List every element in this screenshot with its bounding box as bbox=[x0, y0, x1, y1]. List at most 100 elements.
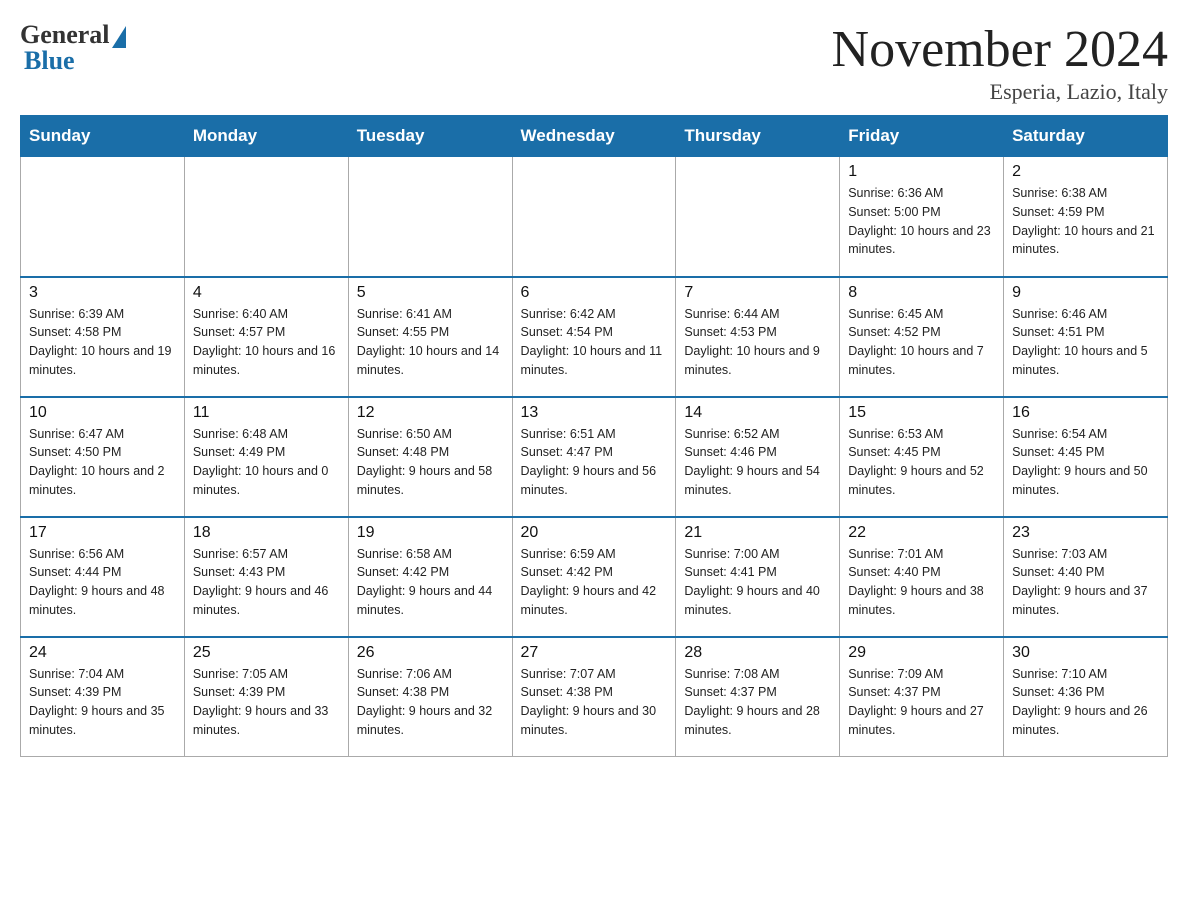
calendar-cell: 26 Sunrise: 7:06 AM Sunset: 4:38 PM Dayli… bbox=[348, 637, 512, 757]
calendar-cell: 30 Sunrise: 7:10 AM Sunset: 4:36 PM Dayli… bbox=[1004, 637, 1168, 757]
calendar-cell: 22 Sunrise: 7:01 AM Sunset: 4:40 PM Dayli… bbox=[840, 517, 1004, 637]
weekday-header-wednesday: Wednesday bbox=[512, 116, 676, 157]
day-info: Sunrise: 6:56 AM Sunset: 4:44 PM Dayligh… bbox=[29, 547, 165, 617]
calendar-cell: 15 Sunrise: 6:53 AM Sunset: 4:45 PM Dayli… bbox=[840, 397, 1004, 517]
day-info: Sunrise: 7:07 AM Sunset: 4:38 PM Dayligh… bbox=[521, 667, 657, 737]
day-number: 20 bbox=[521, 524, 668, 542]
calendar-week-row: 10 Sunrise: 6:47 AM Sunset: 4:50 PM Dayli… bbox=[21, 397, 1168, 517]
weekday-header-row: SundayMondayTuesdayWednesdayThursdayFrid… bbox=[21, 116, 1168, 157]
day-number: 25 bbox=[193, 644, 340, 662]
day-info: Sunrise: 6:39 AM Sunset: 4:58 PM Dayligh… bbox=[29, 307, 171, 377]
day-info: Sunrise: 7:03 AM Sunset: 4:40 PM Dayligh… bbox=[1012, 547, 1148, 617]
calendar-cell: 7Sunrise: 6:44 AM Sunset: 4:53 PM Daylig… bbox=[676, 277, 840, 397]
page-subtitle: Esperia, Lazio, Italy bbox=[832, 79, 1168, 105]
calendar-cell: 2Sunrise: 6:38 AM Sunset: 4:59 PM Daylig… bbox=[1004, 157, 1168, 277]
calendar-table: SundayMondayTuesdayWednesdayThursdayFrid… bbox=[20, 115, 1168, 757]
calendar-cell: 14 Sunrise: 6:52 AM Sunset: 4:46 PM Dayli… bbox=[676, 397, 840, 517]
day-info: Sunrise: 6:57 AM Sunset: 4:43 PM Dayligh… bbox=[193, 547, 329, 617]
day-info: Sunrise: 6:54 AM Sunset: 4:45 PM Dayligh… bbox=[1012, 427, 1148, 497]
day-info: Sunrise: 6:42 AM Sunset: 4:54 PM Dayligh… bbox=[521, 307, 663, 377]
day-info: Sunrise: 6:47 AM Sunset: 4:50 PM Dayligh… bbox=[29, 427, 165, 497]
day-number: 15 bbox=[848, 404, 995, 422]
day-number: 26 bbox=[357, 644, 504, 662]
calendar-cell: 6 Sunrise: 6:42 AM Sunset: 4:54 PM Daylig… bbox=[512, 277, 676, 397]
calendar-cell bbox=[348, 157, 512, 277]
calendar-cell: 25 Sunrise: 7:05 AM Sunset: 4:39 PM Dayli… bbox=[184, 637, 348, 757]
calendar-week-row: 24 Sunrise: 7:04 AM Sunset: 4:39 PM Dayli… bbox=[21, 637, 1168, 757]
calendar-week-row: 3 Sunrise: 6:39 AM Sunset: 4:58 PM Daylig… bbox=[21, 277, 1168, 397]
day-info: Sunrise: 7:00 AM Sunset: 4:41 PM Dayligh… bbox=[684, 547, 820, 617]
day-info: Sunrise: 6:40 AM Sunset: 4:57 PM Dayligh… bbox=[193, 307, 335, 377]
day-number: 3 bbox=[29, 284, 176, 302]
day-info: Sunrise: 6:51 AM Sunset: 4:47 PM Dayligh… bbox=[521, 427, 657, 497]
calendar-cell: 17Sunrise: 6:56 AM Sunset: 4:44 PM Dayli… bbox=[21, 517, 185, 637]
calendar-cell: 27 Sunrise: 7:07 AM Sunset: 4:38 PM Dayli… bbox=[512, 637, 676, 757]
day-info: Sunrise: 7:04 AM Sunset: 4:39 PM Dayligh… bbox=[29, 667, 165, 737]
calendar-week-row: 1 Sunrise: 6:36 AM Sunset: 5:00 PM Daylig… bbox=[21, 157, 1168, 277]
day-number: 9 bbox=[1012, 284, 1159, 302]
weekday-header-saturday: Saturday bbox=[1004, 116, 1168, 157]
logo: General Blue bbox=[20, 20, 126, 76]
day-number: 18 bbox=[193, 524, 340, 542]
day-number: 29 bbox=[848, 644, 995, 662]
day-info: Sunrise: 6:46 AM Sunset: 4:51 PM Dayligh… bbox=[1012, 307, 1148, 377]
calendar-cell: 10 Sunrise: 6:47 AM Sunset: 4:50 PM Dayli… bbox=[21, 397, 185, 517]
logo-triangle-icon bbox=[112, 26, 126, 48]
day-info: Sunrise: 7:06 AM Sunset: 4:38 PM Dayligh… bbox=[357, 667, 493, 737]
calendar-cell: 1 Sunrise: 6:36 AM Sunset: 5:00 PM Daylig… bbox=[840, 157, 1004, 277]
day-info: Sunrise: 6:36 AM Sunset: 5:00 PM Dayligh… bbox=[848, 186, 990, 256]
day-info: Sunrise: 7:05 AM Sunset: 4:39 PM Dayligh… bbox=[193, 667, 329, 737]
day-number: 27 bbox=[521, 644, 668, 662]
day-number: 19 bbox=[357, 524, 504, 542]
calendar-cell: 9 Sunrise: 6:46 AM Sunset: 4:51 PM Daylig… bbox=[1004, 277, 1168, 397]
calendar-cell: 12 Sunrise: 6:50 AM Sunset: 4:48 PM Dayli… bbox=[348, 397, 512, 517]
calendar-cell: 8 Sunrise: 6:45 AM Sunset: 4:52 PM Daylig… bbox=[840, 277, 1004, 397]
day-number: 10 bbox=[29, 404, 176, 422]
day-info: Sunrise: 6:53 AM Sunset: 4:45 PM Dayligh… bbox=[848, 427, 984, 497]
day-info: Sunrise: 6:59 AM Sunset: 4:42 PM Dayligh… bbox=[521, 547, 657, 617]
calendar-cell: 23 Sunrise: 7:03 AM Sunset: 4:40 PM Dayli… bbox=[1004, 517, 1168, 637]
day-info: Sunrise: 7:08 AM Sunset: 4:37 PM Dayligh… bbox=[684, 667, 820, 737]
day-number: 11 bbox=[193, 404, 340, 422]
calendar-cell: 29 Sunrise: 7:09 AM Sunset: 4:37 PM Dayli… bbox=[840, 637, 1004, 757]
day-info: Sunrise: 6:52 AM Sunset: 4:46 PM Dayligh… bbox=[684, 427, 820, 497]
calendar-cell bbox=[512, 157, 676, 277]
day-number: 22 bbox=[848, 524, 995, 542]
calendar-cell: 24 Sunrise: 7:04 AM Sunset: 4:39 PM Dayli… bbox=[21, 637, 185, 757]
calendar-cell bbox=[184, 157, 348, 277]
weekday-header-thursday: Thursday bbox=[676, 116, 840, 157]
calendar-cell bbox=[676, 157, 840, 277]
day-number: 21 bbox=[684, 524, 831, 542]
calendar-week-row: 17Sunrise: 6:56 AM Sunset: 4:44 PM Dayli… bbox=[21, 517, 1168, 637]
day-info: Sunrise: 6:45 AM Sunset: 4:52 PM Dayligh… bbox=[848, 307, 984, 377]
calendar-cell: 19 Sunrise: 6:58 AM Sunset: 4:42 PM Dayli… bbox=[348, 517, 512, 637]
day-info: Sunrise: 7:09 AM Sunset: 4:37 PM Dayligh… bbox=[848, 667, 984, 737]
day-number: 16 bbox=[1012, 404, 1159, 422]
day-number: 1 bbox=[848, 163, 995, 181]
day-info: Sunrise: 6:58 AM Sunset: 4:42 PM Dayligh… bbox=[357, 547, 493, 617]
day-info: Sunrise: 7:10 AM Sunset: 4:36 PM Dayligh… bbox=[1012, 667, 1148, 737]
day-number: 8 bbox=[848, 284, 995, 302]
day-info: Sunrise: 6:50 AM Sunset: 4:48 PM Dayligh… bbox=[357, 427, 493, 497]
day-number: 7 bbox=[684, 284, 831, 302]
weekday-header-tuesday: Tuesday bbox=[348, 116, 512, 157]
logo-blue-text: Blue bbox=[20, 46, 75, 76]
calendar-cell: 5Sunrise: 6:41 AM Sunset: 4:55 PM Daylig… bbox=[348, 277, 512, 397]
calendar-cell: 13Sunrise: 6:51 AM Sunset: 4:47 PM Dayli… bbox=[512, 397, 676, 517]
weekday-header-sunday: Sunday bbox=[21, 116, 185, 157]
day-info: Sunrise: 7:01 AM Sunset: 4:40 PM Dayligh… bbox=[848, 547, 984, 617]
day-info: Sunrise: 6:48 AM Sunset: 4:49 PM Dayligh… bbox=[193, 427, 329, 497]
day-number: 12 bbox=[357, 404, 504, 422]
day-number: 14 bbox=[684, 404, 831, 422]
day-number: 6 bbox=[521, 284, 668, 302]
calendar-body: 1 Sunrise: 6:36 AM Sunset: 5:00 PM Daylig… bbox=[21, 157, 1168, 757]
calendar-cell: 11 Sunrise: 6:48 AM Sunset: 4:49 PM Dayli… bbox=[184, 397, 348, 517]
page-header: General Blue November 2024 Esperia, Lazi… bbox=[20, 20, 1168, 105]
day-number: 5 bbox=[357, 284, 504, 302]
day-number: 30 bbox=[1012, 644, 1159, 662]
page-title: November 2024 bbox=[832, 20, 1168, 79]
calendar-cell: 21 Sunrise: 7:00 AM Sunset: 4:41 PM Dayli… bbox=[676, 517, 840, 637]
day-number: 23 bbox=[1012, 524, 1159, 542]
day-number: 2 bbox=[1012, 163, 1159, 181]
day-number: 24 bbox=[29, 644, 176, 662]
